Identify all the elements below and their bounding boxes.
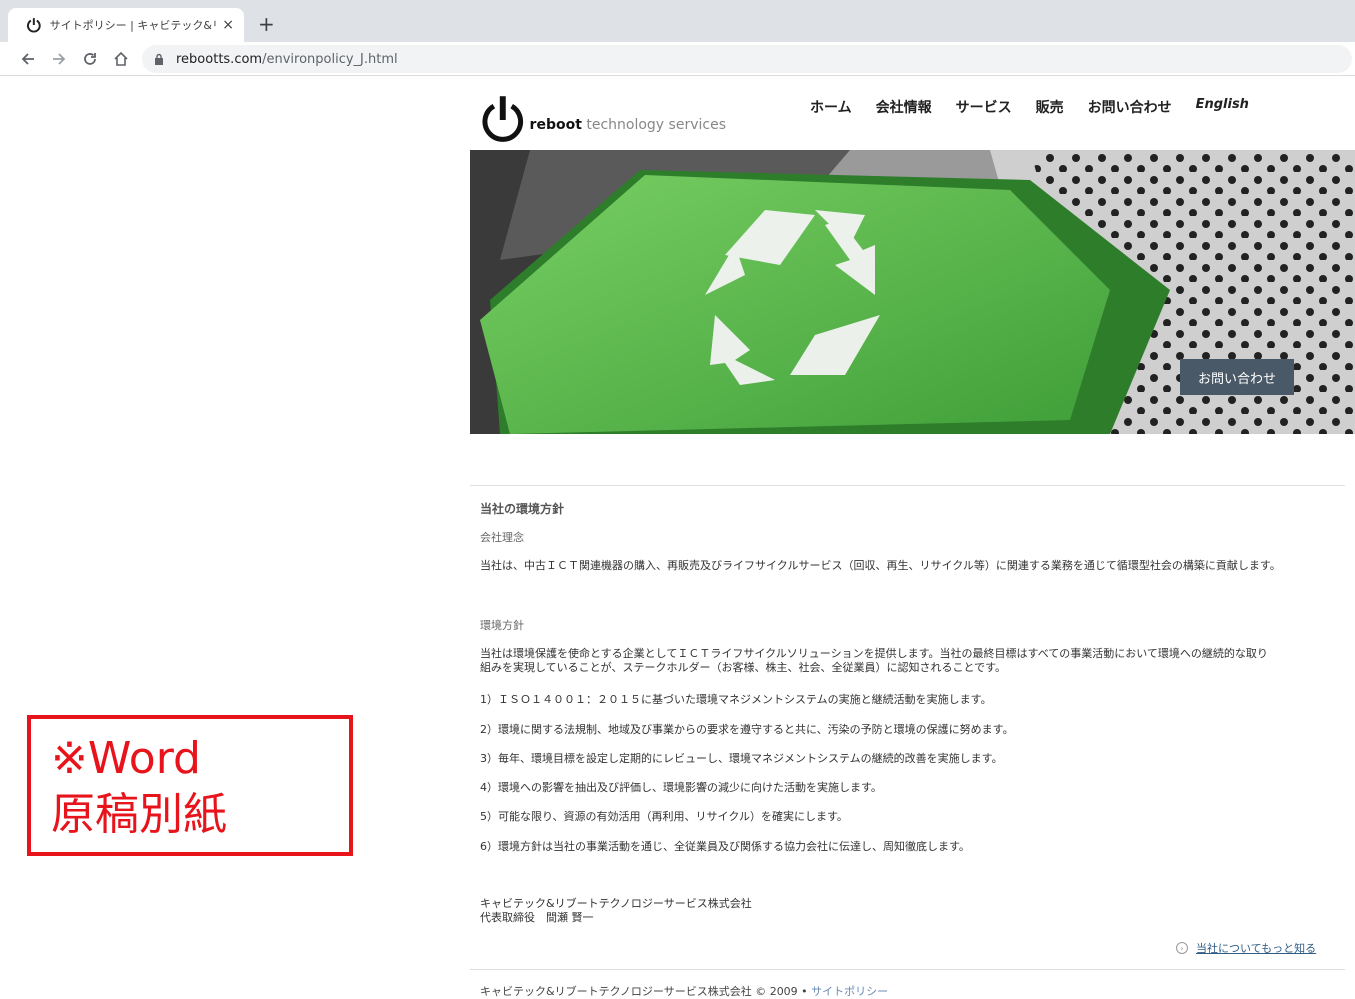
policy-item: 3）毎年、環境目標を設定し定期的にレビューし、環境マネジメントシステムの継続的改… [480, 752, 1003, 765]
browser-tab-strip: サイトポリシー | キャビテック&リブートテ × + [0, 0, 1355, 42]
nav-sales[interactable]: 販売 [1036, 97, 1064, 117]
browser-tab[interactable]: サイトポリシー | キャビテック&リブートテ × [8, 8, 244, 42]
reload-icon[interactable] [79, 48, 101, 70]
power-icon [26, 18, 41, 33]
web-page: reboot technology services ホーム 会社情報 サービス… [0, 77, 1355, 999]
policy-text: 当社は環境保護を使命とする企業としてＩＣＴライフサイクルソリューションを提供しま… [480, 647, 1268, 674]
policy-item: 4）環境への影響を抽出及び評価し、環境影響の減少に向けた活動を実施します。 [480, 781, 882, 794]
nav-contact[interactable]: お問い合わせ [1088, 97, 1172, 117]
philosophy-label: 会社理念 [480, 531, 524, 544]
site-logo[interactable]: reboot technology services [470, 89, 726, 149]
policy-item: 2）環境に関する法規制、地域及び事業からの要求を遵守すると共に、汚染の予防と環境… [480, 723, 1014, 736]
footer-copyright: キャビテック&リブートテクノロジーサービス株式会社 © 2009 • [480, 985, 812, 998]
new-tab-button[interactable]: + [258, 12, 275, 36]
annotation-box: ※Word 原稿別紙 [27, 715, 353, 856]
footer-divider [470, 969, 1345, 970]
lock-icon [155, 53, 163, 65]
power-logo-icon [482, 96, 524, 142]
tab-close-icon[interactable]: × [222, 17, 234, 33]
nav-company[interactable]: 会社情報 [876, 97, 932, 117]
url-path: /environpolicy_J.html [262, 51, 398, 67]
logo-tagline: technology services [581, 117, 726, 133]
main-nav: ホーム 会社情報 サービス 販売 お問い合わせ English [810, 97, 1249, 117]
home-icon[interactable] [110, 48, 132, 70]
circle-arrow-icon: › [1176, 942, 1188, 954]
signature-person: 代表取締役 間瀬 賢一 [480, 911, 594, 924]
policy-item: 6）環境方針は当社の事業活動を通じ、全従業員及び関係する協力会社に伝達し、周知徹… [480, 840, 970, 853]
policy-item: 5）可能な限り、資源の有効活用（再利用、リサイクル）を確実にします。 [480, 810, 848, 823]
signature-company: キャビテック&リブートテクノロジーサービス株式会社 [480, 897, 752, 910]
address-bar[interactable]: rebootts.com/environpolicy_J.html [142, 45, 1352, 73]
page-title: 当社の環境方針 [480, 502, 565, 516]
footer: キャビテック&リブートテクノロジーサービス株式会社 © 2009 • サイトポリ… [480, 983, 888, 999]
nav-home[interactable]: ホーム [810, 97, 852, 117]
tab-title: サイトポリシー | キャビテック&リブートテ [49, 19, 217, 32]
hero-contact-button[interactable]: お問い合わせ [1180, 359, 1294, 395]
philosophy-text: 当社は、中古ＩＣＴ関連機器の購入、再販売及びライフサイクルサービス（回収、再生、… [480, 559, 1281, 572]
divider [470, 485, 1345, 486]
footer-site-policy-link[interactable]: サイトポリシー [811, 985, 888, 998]
forward-arrow-icon[interactable] [48, 48, 70, 70]
nav-english[interactable]: English [1196, 97, 1249, 117]
policy-item: 1）ＩＳＯ１４００１：２０１５に基づいた環境マネジメントシステムの実施と継続活動… [480, 693, 992, 706]
annotation-line-1: ※Word [51, 733, 201, 784]
back-arrow-icon[interactable] [17, 48, 39, 70]
learn-more: › 当社についてもっと知る [1176, 940, 1316, 956]
learn-more-link[interactable]: 当社についてもっと知る [1196, 940, 1316, 956]
policy-label: 環境方針 [480, 619, 524, 632]
browser-toolbar: rebootts.com/environpolicy_J.html [0, 42, 1355, 76]
annotation-line-2: 原稿別紙 [51, 789, 227, 840]
nav-services[interactable]: サービス [956, 97, 1012, 117]
logo-brand: reboot [529, 117, 582, 133]
url-host: rebootts.com [176, 51, 263, 67]
